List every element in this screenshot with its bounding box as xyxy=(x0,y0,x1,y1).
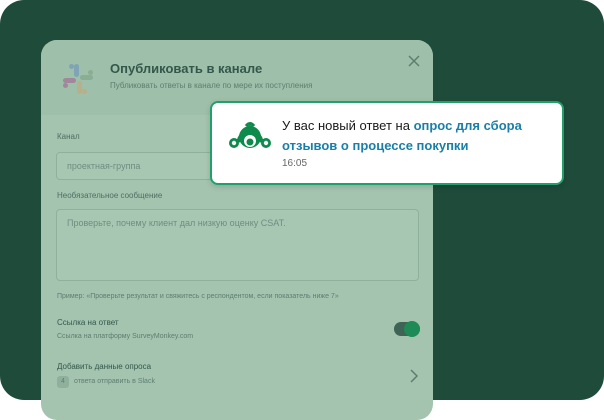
chevron-right-icon[interactable] xyxy=(409,369,419,383)
notification-time: 16:05 xyxy=(282,158,308,169)
surveymonkey-logo-icon xyxy=(229,122,271,148)
add-data-count-badge: 4 xyxy=(57,376,69,388)
notification-line-1: У вас новый ответ на опрос для сбора xyxy=(282,118,522,133)
notification-toast[interactable]: У вас новый ответ на опрос для сбора отз… xyxy=(210,101,564,185)
example-hint: Пример: «Проверьте результат и свяжитесь… xyxy=(57,293,339,300)
notification-line-2: отзывов о процессе покупки xyxy=(282,138,468,153)
add-data-description: ответа отправить в Slack xyxy=(74,378,155,385)
message-textarea[interactable]: Проверьте, почему клиент дал низкую оцен… xyxy=(56,209,419,281)
publish-dialog: Опубликовать в канале Публиковать ответы… xyxy=(41,40,433,420)
survey-link-part-2[interactable]: отзывов о процессе покупки xyxy=(282,138,468,153)
channel-select-value: проектная-группа xyxy=(67,161,141,171)
link-label: Ссылка на ответ xyxy=(57,318,119,327)
link-toggle[interactable] xyxy=(394,321,420,337)
link-description: Ссылка на платформу SurveyMonkey.com xyxy=(57,333,194,340)
add-data-label[interactable]: Добавить данные опроса xyxy=(57,362,151,371)
toggle-knob xyxy=(404,321,420,337)
slack-logo-icon xyxy=(63,64,93,94)
survey-link-part-1[interactable]: опрос для сбора xyxy=(414,118,522,133)
message-placeholder: Проверьте, почему клиент дал низкую оцен… xyxy=(67,218,286,228)
notification-prefix: У вас новый ответ на xyxy=(282,118,410,133)
channel-select[interactable]: проектная-группа xyxy=(56,152,226,180)
message-label: Необязательное сообщение xyxy=(57,191,163,200)
close-icon[interactable] xyxy=(407,54,421,68)
dialog-subtitle: Публиковать ответы в канале по мере их п… xyxy=(110,81,313,90)
dialog-title: Опубликовать в канале xyxy=(110,61,263,76)
channel-label: Канал xyxy=(57,132,80,141)
